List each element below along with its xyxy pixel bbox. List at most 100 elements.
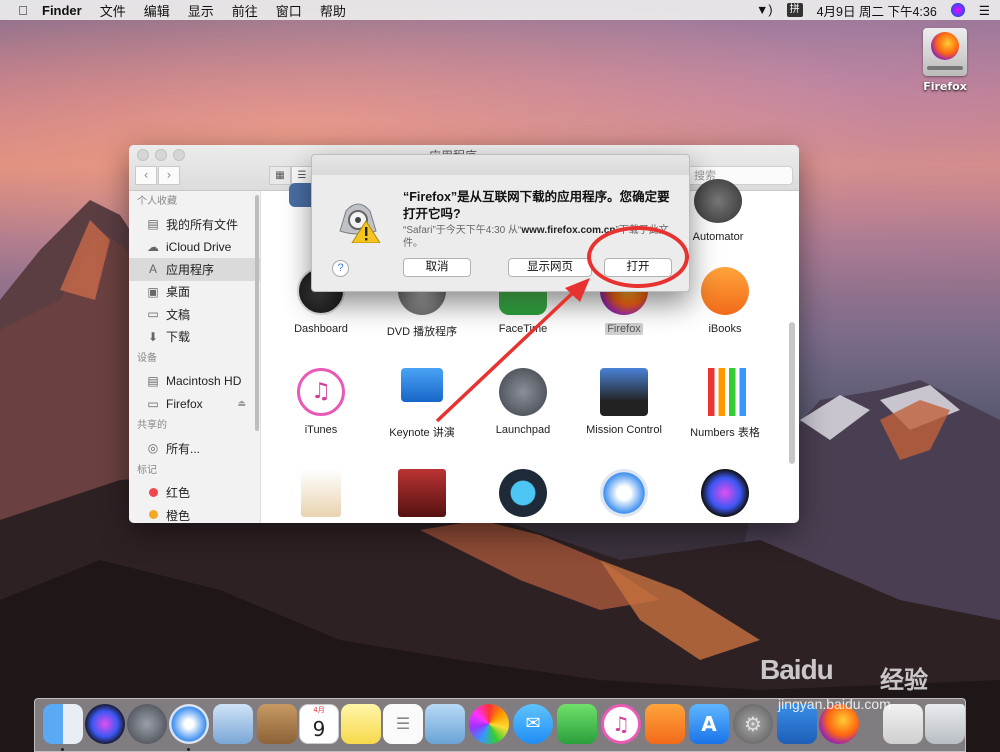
input-method-icon[interactable]: 拼 [786, 3, 803, 17]
cloud-icon: ☁ [147, 239, 159, 254]
cancel-button[interactable]: 取消 [403, 258, 471, 277]
desktop-icon-label: Firefox [923, 80, 967, 93]
sidebar-item-downloads[interactable]: ⬇ 下载 [129, 326, 260, 349]
help-button[interactable]: ? [332, 260, 349, 277]
sidebar-item-tag-red[interactable]: 红色 [129, 482, 260, 505]
watermark-text: 经验 [880, 667, 928, 694]
safari-icon[interactable] [169, 704, 209, 744]
volume-icon[interactable]: ▼) [756, 3, 773, 17]
disk-icon: ▭ [147, 396, 159, 411]
app-mission-control[interactable]: Mission Control [573, 368, 675, 436]
status-area: ▼) 拼 4月9日 周二 下午4:36 ☰ [756, 0, 990, 20]
menu-bar:  Finder 文件 编辑 显示 前往 窗口 帮助 ▼) 拼 4月9日 周二 … [0, 0, 1000, 20]
rocket-icon [499, 368, 547, 416]
facetime-icon[interactable] [557, 704, 597, 744]
safari-compass-icon [600, 469, 648, 517]
app-pages[interactable] [270, 469, 372, 517]
forward-button[interactable]: › [158, 166, 180, 185]
dialog-titlebar [312, 155, 689, 175]
photos-icon[interactable] [469, 704, 509, 744]
watermark-logo: Baidu [760, 654, 834, 685]
sidebar-item-documents[interactable]: ▭ 文稿 [129, 303, 260, 326]
app-photo-booth[interactable] [371, 469, 473, 517]
menu-help[interactable]: 帮助 [320, 1, 346, 20]
sidebar-header-shared: 共享的 [137, 420, 167, 431]
keynote-podium-icon [401, 368, 443, 402]
network-icon: ◎ [147, 441, 159, 456]
app-quicktime[interactable] [472, 469, 574, 517]
desktop-firefox-volume[interactable]: Firefox [914, 28, 976, 93]
launchpad-icon[interactable] [127, 704, 167, 744]
finder-icon[interactable] [43, 704, 83, 744]
calendar-icon[interactable]: 4月 9 [299, 704, 339, 744]
finder-vertical-scrollbar[interactable] [789, 322, 795, 464]
menu-app-name[interactable]: Finder [42, 3, 82, 18]
sidebar-item-icloud[interactable]: ☁ iCloud Drive [129, 236, 260, 259]
siri-orb-icon [701, 469, 749, 517]
applications-icon: A [148, 262, 157, 277]
app-itunes[interactable]: ♫ iTunes [270, 368, 372, 436]
app-store-icon[interactable]: A [689, 704, 729, 744]
finder-sidebar: 个人收藏 ▤ 我的所有文件 ☁ iCloud Drive A 应用程序 ▣ 桌面 ▭ 文稿… [129, 191, 261, 523]
siri-icon[interactable] [85, 704, 125, 744]
red-tag-dot-icon [148, 487, 158, 497]
preview-icon[interactable] [425, 704, 465, 744]
running-indicator [187, 748, 190, 751]
dialog-title: “Firefox”是从互联网下载的应用程序。您确定要打开它吗? [403, 190, 670, 221]
zoom-window-button[interactable] [173, 149, 185, 161]
menu-go[interactable]: 前往 [232, 1, 258, 20]
siri-icon[interactable] [950, 3, 965, 17]
show-webpage-button[interactable]: 显示网页 [508, 258, 592, 277]
ibooks-book-icon [701, 267, 749, 315]
all-files-icon: ▤ [147, 217, 159, 232]
menu-edit[interactable]: 编辑 [144, 1, 170, 20]
disk-image-icon [923, 28, 967, 76]
notes-icon[interactable] [341, 704, 381, 744]
photo-booth-icon [398, 469, 446, 517]
sidebar-item-tag-orange[interactable]: 橙色 [129, 504, 260, 523]
sidebar-item-firefox-volume[interactable]: ▭ Firefox ⏏ [129, 393, 260, 416]
contacts-icon[interactable] [257, 704, 297, 744]
menu-file[interactable]: 文件 [100, 1, 126, 20]
itunes-icon[interactable]: ♫ [601, 704, 641, 744]
itunes-note-icon: ♫ [297, 368, 345, 416]
app-safari[interactable] [573, 469, 675, 517]
automator-robot-icon [694, 179, 742, 223]
running-indicator [61, 748, 64, 751]
sidebar-item-macintosh-hd[interactable]: ▤ Macintosh HD [129, 370, 260, 393]
sidebar-item-all-files[interactable]: ▤ 我的所有文件 [129, 213, 260, 236]
apple-menu-icon[interactable]:  [14, 3, 32, 18]
ibooks-icon[interactable] [645, 704, 685, 744]
sidebar-item-applications[interactable]: A 应用程序 [129, 258, 260, 281]
app-keynote[interactable]: Keynote 讲演 [371, 368, 473, 440]
close-window-button[interactable] [137, 149, 149, 161]
system-preferences-icon[interactable]: ⚙ [733, 704, 773, 744]
app-siri[interactable] [674, 469, 776, 517]
mail-icon[interactable] [213, 704, 253, 744]
menu-window[interactable]: 窗口 [276, 1, 302, 20]
annotation-circle [587, 226, 689, 288]
numbers-chart-icon [701, 368, 749, 416]
sidebar-item-all-shared[interactable]: ◎ 所有... [129, 437, 260, 460]
watermark-url: jingyan.baidu.com [778, 696, 891, 712]
eject-icon[interactable]: ⏏ [237, 398, 246, 409]
document-icon: ▭ [147, 307, 159, 322]
hard-disk-icon: ▤ [147, 374, 159, 389]
sidebar-item-desktop[interactable]: ▣ 桌面 [129, 281, 260, 304]
menubar-clock[interactable]: 4月9日 周二 下午4:36 [817, 1, 937, 20]
pages-document-icon [301, 469, 341, 517]
menu-view[interactable]: 显示 [188, 1, 214, 20]
app-launchpad[interactable]: Launchpad [472, 368, 574, 436]
sidebar-header-devices: 设备 [137, 353, 157, 364]
desktop-icon: ▣ [147, 284, 159, 299]
trash-icon[interactable] [925, 704, 965, 744]
messages-icon[interactable]: ✉ [513, 704, 553, 744]
sidebar-header-tags: 标记 [137, 464, 157, 476]
reminders-icon[interactable]: ☰ [383, 704, 423, 744]
minimize-window-button[interactable] [155, 149, 167, 161]
notification-center-icon[interactable]: ☰ [979, 3, 990, 18]
orange-tag-dot-icon [148, 510, 158, 520]
sidebar-scrollbar[interactable] [255, 195, 259, 431]
app-numbers[interactable]: Numbers 表格 [674, 368, 776, 440]
back-button[interactable]: ‹ [135, 166, 157, 185]
